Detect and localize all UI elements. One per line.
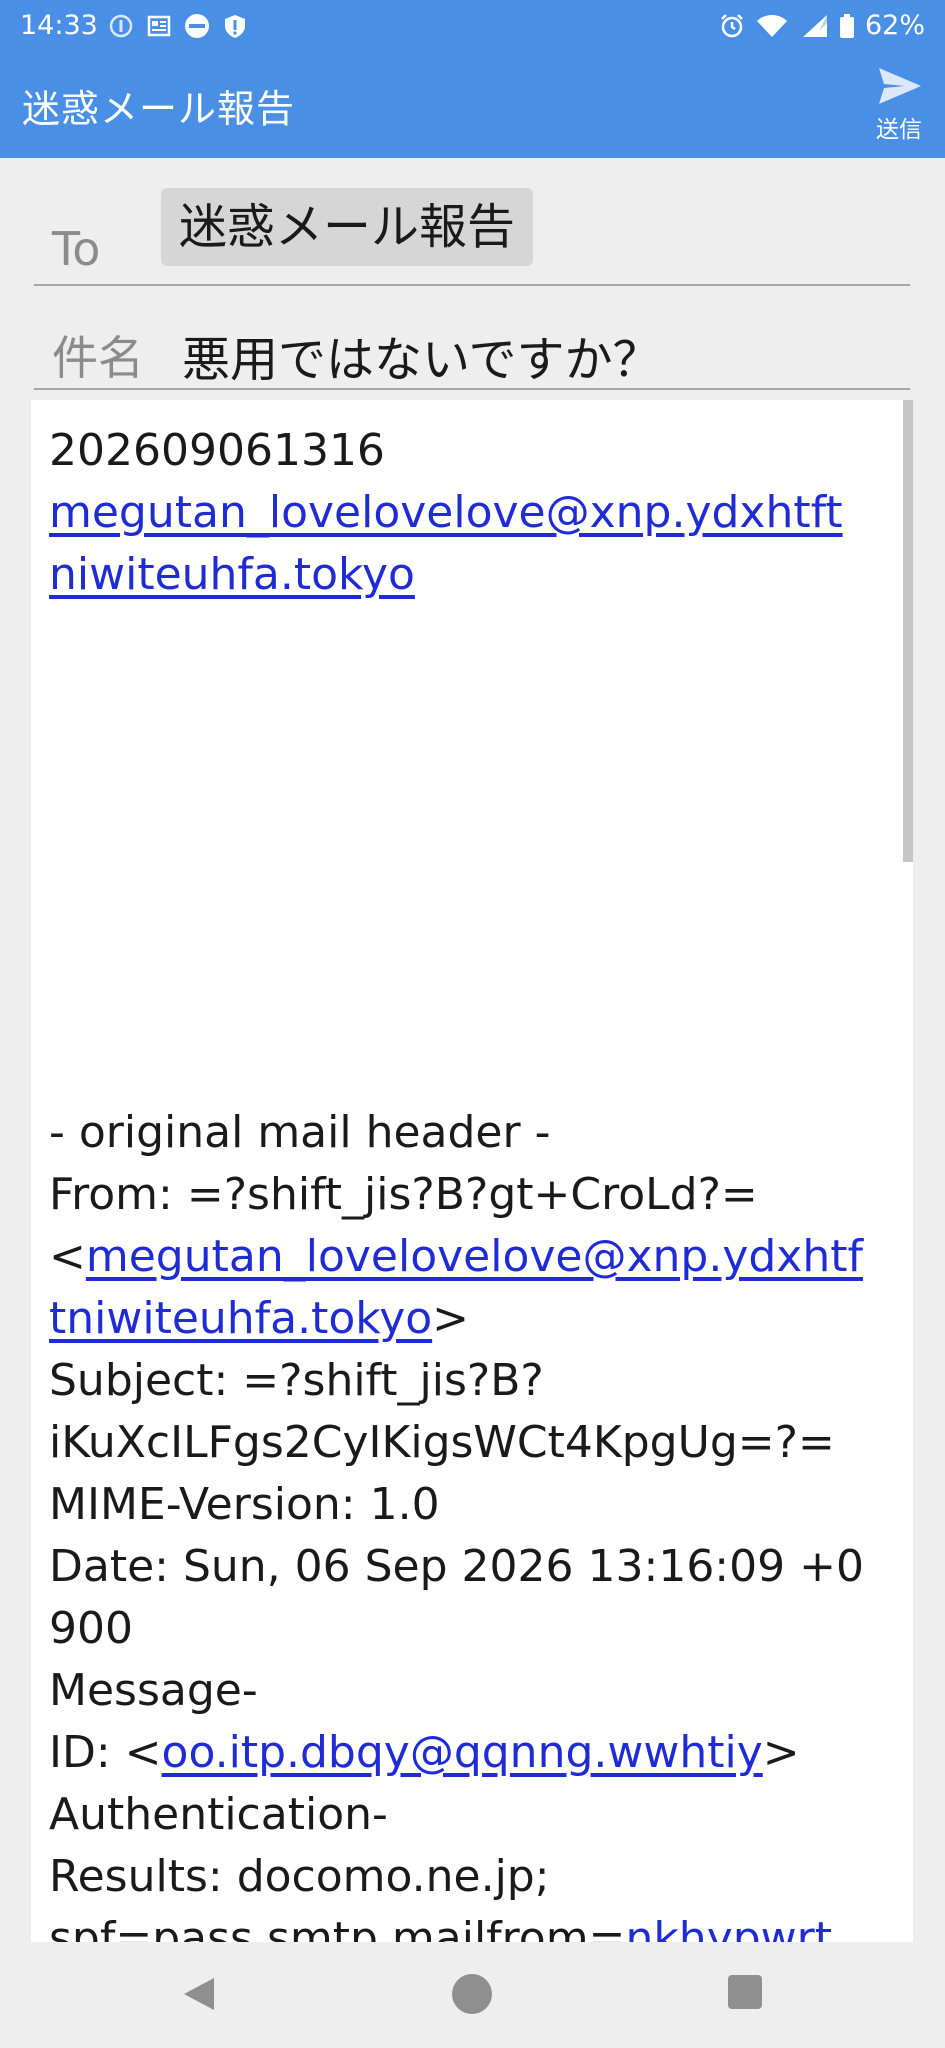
body-line: tniwiteuhfa.tokyo> [49,1288,899,1350]
body-line: MIME-Version: 1.0 [49,1479,440,1530]
wifi-icon [756,15,787,37]
bracket-text: < [49,1231,86,1282]
spf-text: spf=pass smtp.mailfrom= [49,1913,626,1942]
cainz-app-icon [185,14,209,38]
battery-percentage: 62% [864,10,925,41]
recipient-chip[interactable]: 迷惑メール報告 [161,188,534,266]
back-icon[interactable] [178,1972,222,2016]
shield-alert-icon [225,15,245,38]
from-email-link[interactable]: tniwiteuhfa.tokyo [49,1293,432,1344]
sender-email-link[interactable]: niwiteuhfa.tokyo [49,549,415,600]
body-line: 900 [49,1603,133,1654]
body-line: iKuXcILFgs2CyIKigsWCt4KpgUg=?= [49,1417,835,1468]
home-icon[interactable] [452,1974,492,2014]
subject-label: 件名 [52,331,144,385]
body-line: Date: Sun, 06 Sep 2026 13:16:09 +0 [49,1541,864,1592]
bracket-text: > [432,1293,470,1344]
to-label: To [52,222,101,276]
message-id-prefix: ID: < [49,1727,162,1778]
bracket-text: > [762,1727,800,1778]
body-line: Subject: =?shift_jis?B? [49,1355,544,1406]
alarm-icon [721,14,743,38]
body-line: 202609061316 [49,425,385,476]
body-line: Results: docomo.ne.jp; [49,1851,550,1902]
send-icon [879,68,921,104]
to-field[interactable]: To 迷惑メール報告 [34,180,910,286]
send-button[interactable]: 送信 [867,64,931,148]
body-line: megutan_lovelovelove@xnp.ydxhtft [49,482,899,544]
app-header: 14:33 62% 迷惑メール報告 送信 [0,0,945,158]
status-time: 14:33 [20,10,98,41]
body-line: ID: <oo.itp.dbqy@qqnng.wwhtiy> [49,1722,899,1784]
battery-icon [839,14,854,38]
news-app-icon [147,15,171,37]
sender-email-link[interactable]: megutan_lovelovelove@xnp.ydxhtft [49,487,843,538]
from-email-link[interactable]: megutan_lovelovelove@xnp.ydxhtf [86,1231,863,1282]
page-title: 迷惑メール報告 [22,87,296,131]
body-line: spf=pass smtp.mailfrom=nkhypwrt [49,1908,899,1942]
recent-apps-icon[interactable] [728,1975,762,2009]
data-saver-icon [109,14,133,38]
message-body-text[interactable]: 202609061316 megutan_lovelovelove@xnp.yd… [49,420,899,1942]
status-bar: 14:33 62% [0,0,945,52]
blank-space [49,606,899,1102]
subject-input[interactable]: 悪用ではないですか？ [182,320,661,390]
message-id-link[interactable]: oo.itp.dbqy@qqnng.wwhtiy [162,1727,763,1778]
send-label: 送信 [876,117,922,143]
body-line: niwiteuhfa.tokyo [49,544,899,606]
mailfrom-link[interactable]: nkhypwrt [625,1913,832,1942]
system-status-icons: 62% [719,0,925,52]
body-line: From: =?shift_jis?B?gt+CroLd?= [49,1169,758,1220]
scrollbar[interactable] [903,400,913,862]
message-body[interactable]: 202609061316 megutan_lovelovelove@xnp.yd… [31,400,913,1942]
body-line: <megutan_lovelovelove@xnp.ydxhtf [49,1226,899,1288]
subject-field[interactable]: 件名 悪用ではないですか？ [34,300,910,390]
notification-icons [108,12,248,40]
navigation-bar [0,1942,945,2048]
signal-icon [802,15,827,37]
body-line: Message- [49,1665,258,1716]
body-line: Authentication- [49,1789,388,1840]
body-line: - original mail header - [49,1107,551,1158]
